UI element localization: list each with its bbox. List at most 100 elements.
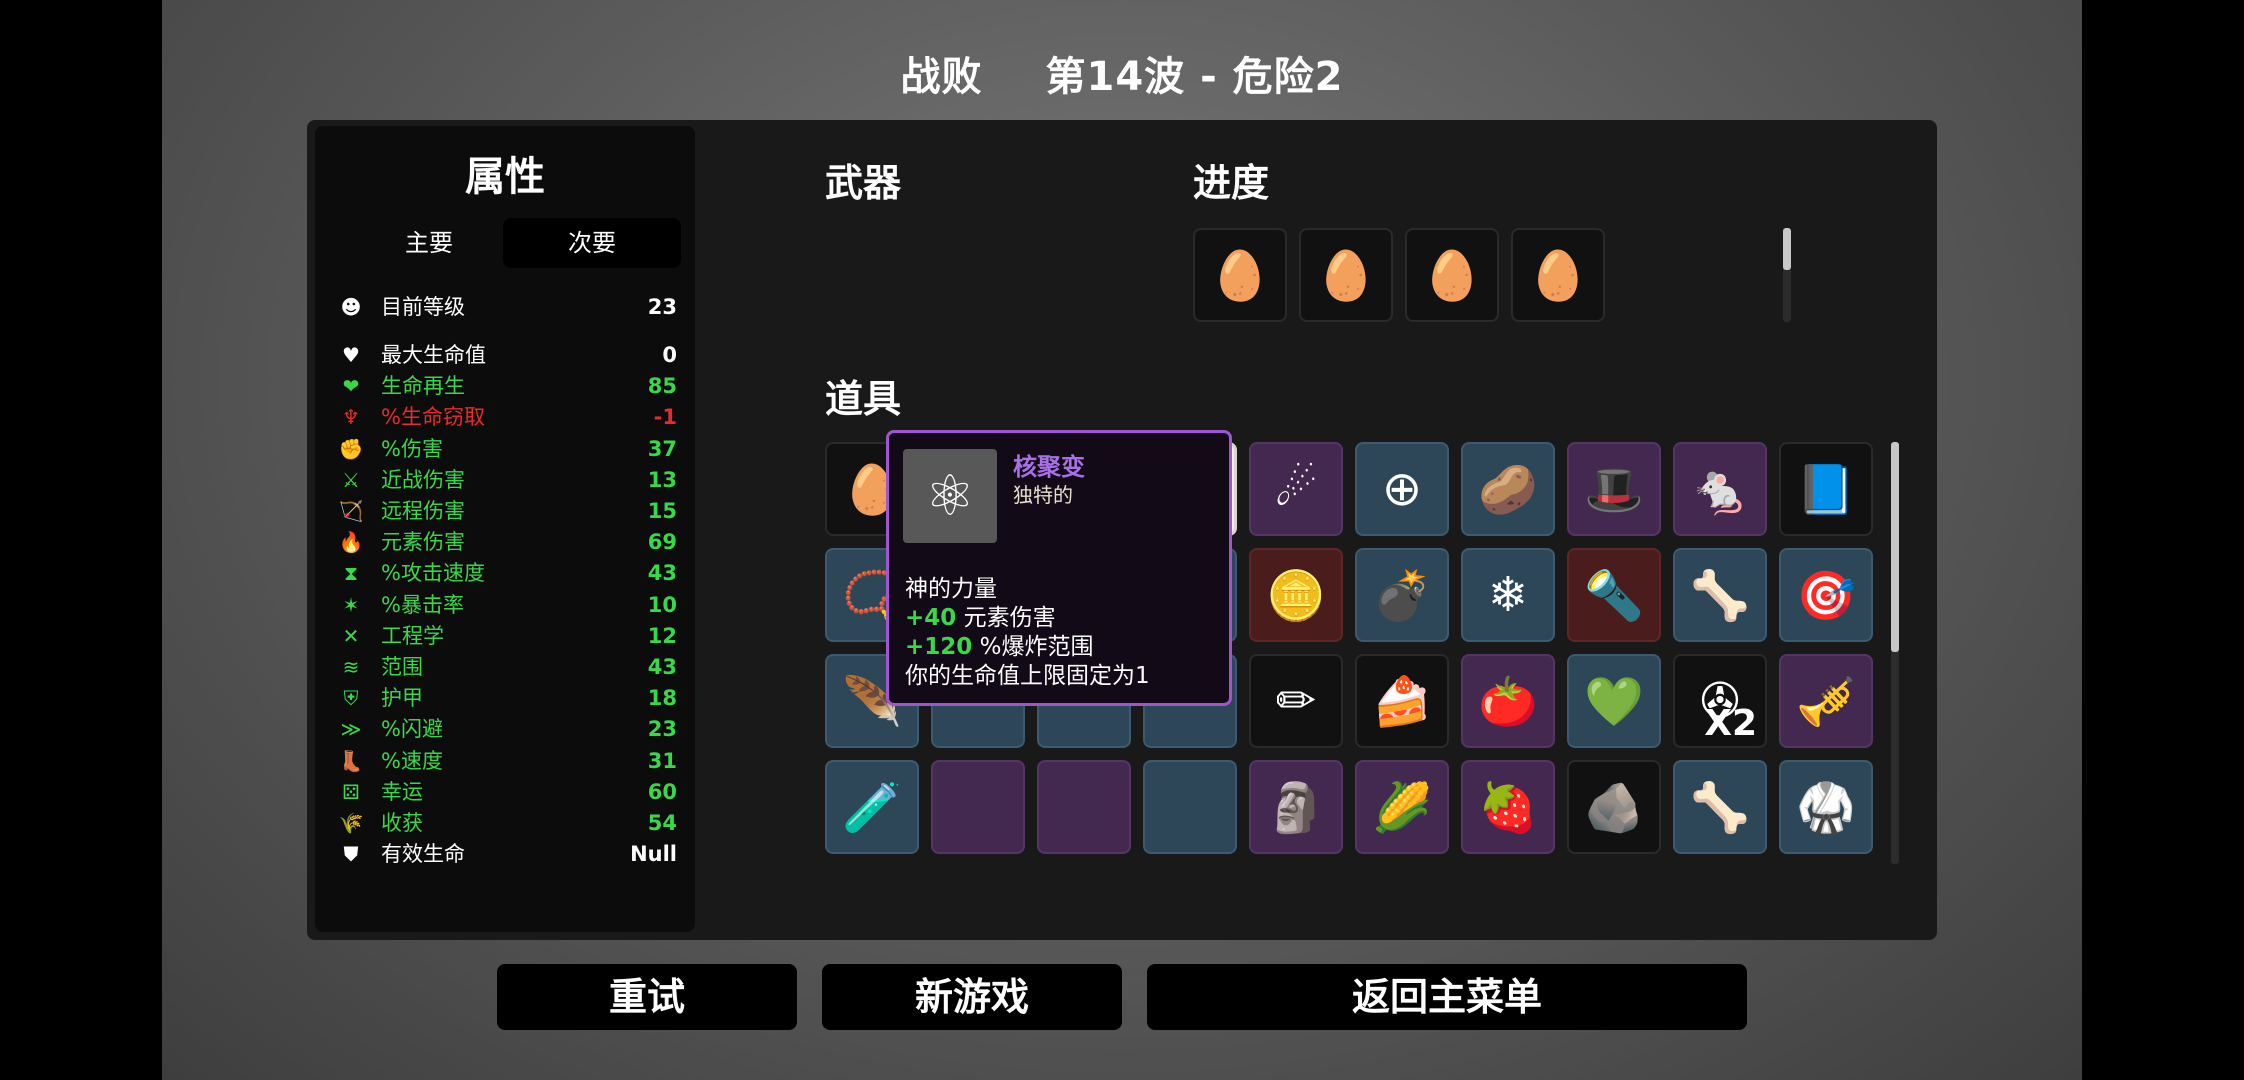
- item-glyph: 🌽: [1372, 779, 1432, 836]
- slingshot-icon[interactable]: 🦴: [1673, 760, 1767, 854]
- boot-icon: 👢: [338, 748, 364, 773]
- wheat-icon: 🌾: [338, 811, 364, 835]
- stat-row: ♆ %生命窃取 -1: [337, 402, 677, 432]
- heart-icon: ♥: [342, 343, 360, 367]
- tab-secondary[interactable]: 次要: [503, 218, 681, 268]
- wave-label: 第14波 - 危险2: [1045, 54, 1344, 100]
- item-glyph: 🎩: [1584, 461, 1644, 518]
- stat-label: 生命再生: [381, 374, 465, 399]
- retry-button[interactable]: 重试: [497, 964, 797, 1030]
- totem-icon[interactable]: 🗿: [1249, 760, 1343, 854]
- cake-icon[interactable]: 🍰: [1355, 654, 1449, 748]
- effective-hp-icon: ⛊: [343, 842, 359, 867]
- cornucopia-icon[interactable]: 🌽: [1355, 760, 1449, 854]
- ice-crystal-icon[interactable]: ❄: [1461, 548, 1555, 642]
- progress-label: 进度: [1193, 161, 1270, 205]
- grinning-egg-icon[interactable]: 🥚: [1193, 228, 1287, 322]
- stat-value: 69: [647, 530, 677, 555]
- stat-row: ≋ 范围 43: [337, 652, 677, 682]
- demon-egg-icon[interactable]: 🥚: [1511, 228, 1605, 322]
- hat-icon[interactable]: 🎩: [1567, 442, 1661, 536]
- comet-icon[interactable]: ☄: [1249, 442, 1343, 536]
- tooltip-item-name: 核聚变: [1013, 453, 1085, 481]
- stat-label: 元素伤害: [381, 530, 465, 555]
- stat-label: 工程学: [381, 623, 444, 648]
- potato-icon[interactable]: 🥔: [1461, 442, 1555, 536]
- item-glyph: 🍅: [1478, 673, 1538, 730]
- items-scroll-thumb[interactable]: [1891, 442, 1899, 652]
- item-glyph: 🧪: [842, 779, 902, 836]
- tab-primary[interactable]: 主要: [340, 218, 518, 268]
- propeller-icon[interactable]: ✇ X2: [1673, 654, 1767, 748]
- hidden-item-icon[interactable]: [1143, 760, 1237, 854]
- hourglass-icon: ⧗: [343, 561, 359, 586]
- item-glyph: ⊕: [1381, 461, 1423, 517]
- claw-icon[interactable]: 🦴: [1673, 548, 1767, 642]
- game-over-screen: 战败 第14波 - 危险2 属性 主要 次要 ☻ 目前等级 23 ♥ 最大生命值 0 ❤ 生命…: [162, 0, 2082, 1080]
- gold-coin-icon[interactable]: 🪙: [1249, 548, 1343, 642]
- stat-row: ⚔ 近战伤害 13: [337, 465, 677, 495]
- wrench-icon: ✕: [342, 623, 360, 648]
- masked-egg-icon[interactable]: 🥚: [1299, 228, 1393, 322]
- green-potion-icon[interactable]: 🧪: [825, 760, 919, 854]
- stat-label: %速度: [381, 748, 443, 773]
- stat-label: 最大生命值: [381, 343, 486, 367]
- stat-value: 37: [647, 436, 677, 461]
- black-belt-icon[interactable]: 🥋: [1779, 760, 1873, 854]
- stat-label: 幸运: [381, 779, 423, 804]
- crosshair-icon[interactable]: ⊕: [1355, 442, 1449, 536]
- rat-icon[interactable]: 🐁: [1673, 442, 1767, 536]
- spiked-mine-icon[interactable]: 💣: [1355, 548, 1449, 642]
- laser-pointer-icon[interactable]: 🔦: [1567, 548, 1661, 642]
- item-glyph: 🥔: [1478, 461, 1538, 518]
- item-glyph: 🐁: [1690, 461, 1750, 518]
- bow-icon: 🏹: [338, 499, 364, 523]
- item-glyph: 🦴: [1690, 779, 1750, 836]
- tooltip-effect-3: 你的生命值上限固定为1: [905, 663, 1150, 689]
- map-heart-icon[interactable]: 💚: [1567, 654, 1661, 748]
- stat-value: 12: [647, 623, 677, 648]
- result-label: 战败: [900, 54, 983, 100]
- stat-label: 护甲: [381, 686, 423, 711]
- item-glyph: 🦴: [1690, 567, 1750, 624]
- bearded-egg-icon[interactable]: 🥚: [1405, 228, 1499, 322]
- hidden-item-icon[interactable]: [931, 760, 1025, 854]
- tomato-face-icon[interactable]: 🍅: [1461, 654, 1555, 748]
- gold-trumpet-icon[interactable]: 🎺: [1779, 654, 1873, 748]
- stat-value: -1: [653, 405, 677, 430]
- shield-icon: ⛨: [343, 686, 359, 711]
- stats-title: 属性: [465, 154, 545, 200]
- progress-scrollbar[interactable]: [1783, 228, 1791, 322]
- item-count: X2: [1704, 703, 1757, 744]
- stat-label: 近战伤害: [381, 467, 465, 492]
- items-label: 道具: [825, 377, 902, 421]
- item-glyph: 📘: [1796, 461, 1856, 518]
- stat-row: 👢 %速度 31: [337, 746, 677, 776]
- hidden-item-icon[interactable]: [1037, 760, 1131, 854]
- stat-label: %闪避: [381, 717, 443, 742]
- book-icon[interactable]: 📘: [1779, 442, 1873, 536]
- sword-icon: ⚔: [342, 467, 360, 492]
- stat-row: ✊ %伤害 37: [337, 434, 677, 464]
- new-game-button[interactable]: 新游戏: [822, 964, 1122, 1030]
- item-glyph: 🎯: [1796, 567, 1856, 624]
- pencil-icon[interactable]: ✏: [1249, 654, 1343, 748]
- stats-panel: 属性 主要 次要 ☻ 目前等级 23 ♥ 最大生命值 0 ❤ 生命再生 85 ♆ %生命窃取 -1 ✊%…: [315, 126, 695, 932]
- range-icon: ≋: [342, 655, 360, 679]
- stat-label: 收获: [381, 811, 423, 835]
- nuclear-fusion-icon: ⚛: [903, 449, 997, 543]
- stat-label: %暴击率: [381, 592, 464, 617]
- stat-row: ❤ 生命再生 85: [337, 371, 677, 401]
- target-ring-icon[interactable]: 🎯: [1779, 548, 1873, 642]
- items-scrollbar[interactable]: [1891, 442, 1899, 864]
- stat-label: 有效生命: [381, 842, 465, 867]
- progress-scroll-thumb[interactable]: [1783, 228, 1791, 270]
- strawberry-icon[interactable]: 🍓: [1461, 760, 1555, 854]
- screen-title: 战败 第14波 - 危险2: [162, 44, 2082, 102]
- stat-row: ⚄ 幸运 60: [337, 777, 677, 807]
- main-menu-button[interactable]: 返回主菜单: [1147, 964, 1747, 1030]
- stat-row: ⧗ %攻击速度 43: [337, 558, 677, 588]
- stat-value: 60: [647, 779, 677, 804]
- stat-value: 18: [647, 686, 677, 711]
- rock-icon[interactable]: 🪨: [1567, 760, 1661, 854]
